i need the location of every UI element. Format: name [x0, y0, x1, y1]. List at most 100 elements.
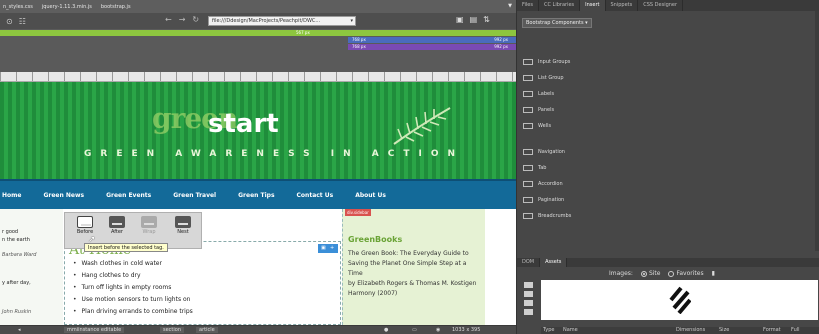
sidebar-title: GreenBooks [348, 235, 403, 244]
globe-icon[interactable]: ◉ [436, 327, 440, 333]
visual-media-icon[interactable]: ▤ [470, 15, 478, 24]
live-view-icon[interactable]: ⊙ [6, 17, 13, 26]
images-category-icon[interactable] [523, 282, 533, 288]
insert-item-panels[interactable]: Panels [523, 102, 571, 118]
column-dimensions[interactable]: Dimensions [676, 327, 705, 333]
device-icon[interactable]: ▭ [412, 327, 417, 333]
nav-item-green-tips[interactable]: Green Tips [227, 192, 285, 199]
add-to-favorites-icon[interactable]: ▮ [712, 270, 715, 277]
nav-item-green-events[interactable]: Green Events [95, 192, 162, 199]
forward-arrow-icon[interactable]: → [179, 15, 186, 24]
related-file-tab[interactable]: jquery-1.11.3.min.js [42, 4, 92, 10]
radio-icon [668, 270, 675, 277]
status-arrow-icon[interactable]: ◂ [18, 327, 21, 333]
wrap-button[interactable]: Wrap [135, 216, 163, 235]
nav-item-contact-us[interactable]: Contact Us [286, 192, 345, 199]
insert-after-button[interactable]: After [103, 216, 131, 235]
media-query-bar-blue[interactable]: 768 px 992 px [348, 37, 516, 43]
back-arrow-icon[interactable]: ← [165, 15, 172, 24]
chevron-down-icon[interactable]: ▾ [350, 17, 353, 25]
element-display-badge[interactable]: ▣ + [318, 244, 338, 253]
media-category-icon[interactable] [523, 309, 533, 315]
insert-item-tab[interactable]: Tab [523, 160, 571, 176]
tab-cc-libraries[interactable]: CC Libraries [539, 0, 581, 11]
insert-item-labels[interactable]: Labels [523, 86, 571, 102]
tab-insert[interactable]: Insert [580, 0, 606, 11]
insert-item-input-groups[interactable]: Input Groups [523, 54, 571, 70]
tab-snippets[interactable]: Snippets [606, 0, 639, 11]
media-query-label: 567 px [296, 30, 310, 35]
sort-icon[interactable]: ⇅ [483, 15, 490, 24]
favorites-radio[interactable]: Favorites [668, 270, 704, 277]
column-name[interactable]: Name [563, 327, 578, 333]
horizontal-ruler [0, 72, 516, 82]
tab-css-designer[interactable]: CSS Designer [638, 0, 684, 11]
tooltip: Insert before the selected tag. [84, 243, 168, 252]
main-article-section[interactable]: At Home ▣ + Wash clothes in cold water H… [64, 241, 341, 325]
tips-list: Wash clothes in cold water Hang clothes … [73, 260, 193, 320]
related-file-tab[interactable]: bootstrap.js [101, 4, 131, 10]
tag-selector-crumb[interactable]: section [160, 327, 185, 333]
refresh-icon[interactable]: ↻ [192, 15, 199, 24]
tab-assets[interactable]: Assets [540, 258, 568, 267]
insert-before-button[interactable]: Before [71, 216, 99, 235]
site-radio[interactable]: Site [640, 270, 660, 277]
nest-icon [175, 216, 191, 228]
insert-item-list-group[interactable]: List Group [523, 70, 571, 86]
element-tag-badge[interactable]: div.sidebar [345, 209, 371, 216]
assets-column-header: Type Name Dimensions Size Format Full [541, 327, 819, 334]
column-full[interactable]: Full [791, 327, 800, 333]
filter-icon[interactable]: ▼ [508, 3, 512, 9]
media-query-bar-green[interactable]: 567 px [0, 30, 516, 36]
tag-selector-crumb[interactable]: mmiinstance editable [64, 327, 125, 333]
colors-category-icon[interactable] [523, 291, 533, 297]
insert-item-accordion[interactable]: Accordion [523, 176, 571, 192]
navigation-icon [523, 149, 533, 155]
nav-item-about-us[interactable]: About Us [344, 192, 397, 199]
inspect-icon[interactable]: ☷ [19, 17, 26, 26]
nav-item-green-news[interactable]: Green News [32, 192, 95, 199]
insert-item-navigation[interactable]: Navigation [523, 144, 571, 160]
tag-selector-crumb[interactable]: article [196, 327, 218, 333]
panel-scrollbar[interactable] [815, 11, 819, 251]
breadcrumbs-icon [523, 213, 533, 219]
insert-item-pagination[interactable]: Pagination [523, 192, 571, 208]
nav-item-home[interactable]: Home [0, 192, 32, 199]
status-ok-icon: ● [384, 327, 389, 333]
column-size[interactable]: Size [719, 327, 729, 333]
quote-column[interactable]: r good n the earth Barbara Ward y after … [0, 209, 63, 325]
sidebar-column[interactable]: div.sidebar GreenBooks The Green Book: T… [342, 209, 485, 325]
quote-text: r good [2, 229, 19, 235]
panels-icon [523, 107, 533, 113]
images-label: Images: [609, 270, 633, 277]
assets-filter: Images: Site Favorites ▮ [609, 270, 715, 277]
url-input[interactable]: file:///Ddesign/MacProjects/Peachpit/DWC… [208, 16, 356, 26]
quote-text: y after day, [2, 280, 31, 286]
column-type[interactable]: Type [543, 327, 554, 333]
related-file-tab[interactable]: n_styles.css [3, 4, 33, 10]
media-query-bar-purple[interactable]: 768 px 992 px [348, 44, 516, 50]
column-format[interactable]: Format [763, 327, 781, 333]
insert-before-icon [77, 216, 93, 228]
asset-type-icons [520, 280, 536, 334]
urls-category-icon[interactable] [523, 300, 533, 306]
pagination-icon [523, 197, 533, 203]
insert-item-breadcrumbs[interactable]: Breadcrumbs [523, 208, 571, 224]
related-files-bar: n_styles.css jquery-1.11.3.min.js bootst… [0, 0, 516, 13]
insert-category-select[interactable]: Bootstrap Components ▾ [522, 18, 592, 28]
insert-category-value: Bootstrap Components [526, 20, 584, 26]
nest-button[interactable]: Nest [169, 216, 197, 235]
quote-author: John Ruskin [2, 309, 32, 315]
list-item: Plan driving errands to combine trips [73, 308, 193, 315]
site-banner[interactable]: green start GREEN AWARENESS IN ACTION [0, 82, 516, 179]
tab-dom[interactable]: DOM [517, 258, 541, 267]
nav-item-green-travel[interactable]: Green Travel [162, 192, 227, 199]
edit-icon[interactable]: ▣ [321, 245, 326, 251]
device-preview-icon[interactable]: ▣ [456, 15, 464, 24]
tab-files[interactable]: Files [517, 0, 539, 11]
window-size-readout[interactable]: 1033 x 395 [452, 327, 480, 333]
plus-icon[interactable]: + [330, 245, 334, 251]
list-item: Wash clothes in cold water [73, 260, 193, 267]
insert-item-wells[interactable]: Wells [523, 118, 571, 134]
url-text: file:///Ddesign/MacProjects/Peachpit/DWC… [212, 18, 321, 24]
